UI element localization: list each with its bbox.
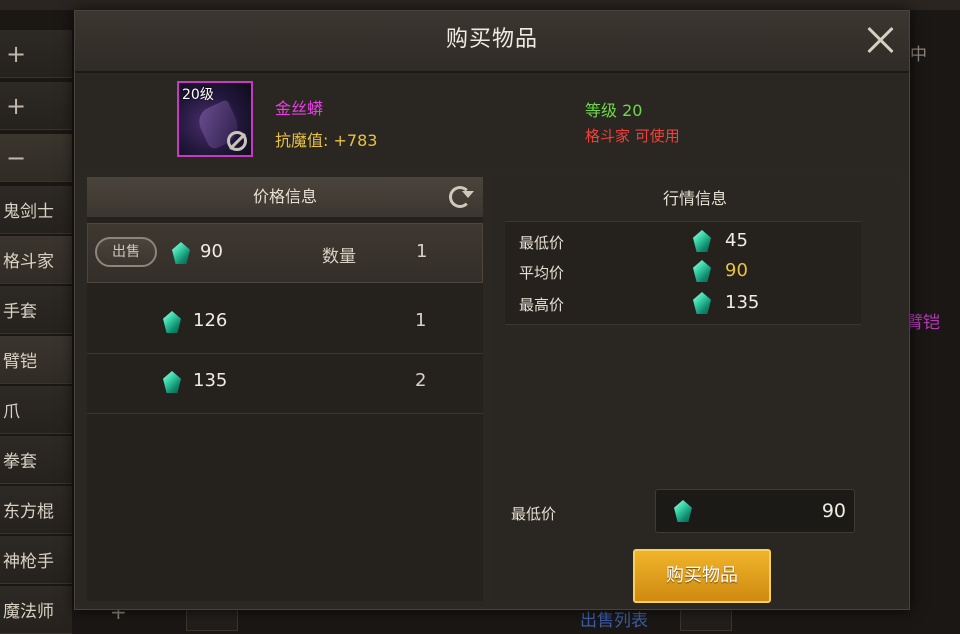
item-stat: 抗魔值: +783	[275, 131, 378, 150]
listing-price: 90	[200, 241, 223, 262]
price-info-panel: 价格信息 出售 90 数量 1 126 1 135 2	[87, 177, 483, 601]
listing-quantity: 2	[415, 370, 427, 391]
dialog-title: 购买物品	[445, 27, 538, 52]
quantity-label: 数量	[322, 247, 356, 267]
market-info-panel: 行情信息 最低价 45 平均价 90 最高价 135 最低价 90 购买物品	[491, 177, 899, 603]
price-info-header: 价格信息	[87, 177, 483, 217]
listing-price: 135	[193, 370, 228, 391]
item-name: 金丝蟒	[275, 99, 324, 118]
sidebar-item-fighter[interactable]: 格斗家	[0, 236, 72, 284]
lowest-price-value: 45	[725, 230, 748, 251]
no-trade-icon	[227, 131, 247, 151]
item-info: 20级 金丝蟒 抗魔值: +783 等级 20 格斗家 可使用	[75, 73, 909, 169]
gem-icon	[693, 230, 711, 252]
background-right-item: 臂铠	[906, 313, 940, 333]
listing-quantity: 1	[415, 310, 427, 331]
required-level: 等级 20	[585, 101, 643, 120]
sidebar-item-tonfa[interactable]: 东方棍	[0, 486, 72, 534]
gem-icon	[172, 242, 190, 264]
sidebar-item-gloves[interactable]: 手套	[0, 286, 72, 334]
market-info-title: 行情信息	[662, 189, 727, 208]
sidebar-collapse[interactable]: −	[0, 134, 72, 182]
background-top-bar	[0, 0, 960, 10]
listing-row[interactable]: 126 1	[87, 293, 483, 354]
min-price-value: 90	[821, 500, 846, 522]
sell-button[interactable]: 出售	[95, 237, 157, 267]
sidebar-item-claw[interactable]: 爪	[0, 386, 72, 434]
buy-item-button[interactable]: 购买物品	[633, 549, 771, 603]
sidebar-item-mage[interactable]: 魔法师	[0, 586, 72, 634]
market-stats: 最低价 45 平均价 90 最高价 135	[505, 221, 861, 325]
average-price-label: 平均价	[519, 264, 565, 282]
listing-row[interactable]: 135 2	[87, 353, 483, 414]
refresh-icon[interactable]	[449, 186, 474, 208]
required-class: 格斗家 可使用	[585, 127, 680, 145]
listing-price: 126	[193, 310, 228, 331]
sidebar-expand-2[interactable]: +	[0, 82, 72, 130]
min-price-label: 最低价	[511, 505, 557, 523]
sidebar-item-gunner[interactable]: 神枪手	[0, 536, 72, 584]
dialog-header: 购买物品	[75, 11, 909, 73]
close-icon[interactable]	[865, 25, 895, 55]
item-level-badge: 20级	[182, 87, 214, 103]
buy-item-dialog: 购买物品 20级 金丝蟒 抗魔值: +783 等级 20 格斗家 可使用 价格信…	[74, 10, 910, 610]
listing-row[interactable]: 出售 90 数量 1	[87, 223, 483, 283]
lowest-price-label: 最低价	[519, 234, 565, 252]
item-icon[interactable]: 20级	[177, 81, 253, 157]
min-price-field[interactable]: 90	[655, 489, 855, 533]
sidebar-item-knuckle[interactable]: 拳套	[0, 436, 72, 484]
gem-icon	[693, 260, 711, 282]
gem-icon	[674, 500, 692, 522]
gem-icon	[163, 371, 181, 393]
highest-price-value: 135	[725, 292, 760, 313]
sidebar-item-ghost-swordsman[interactable]: 鬼剑士	[0, 186, 72, 234]
gem-icon	[693, 292, 711, 314]
sidebar-item-gauntlet[interactable]: 臂铠	[0, 336, 72, 384]
listing-quantity: 1	[416, 241, 428, 262]
average-price-value: 90	[725, 260, 748, 281]
gem-icon	[163, 311, 181, 333]
price-info-title: 价格信息	[252, 187, 317, 206]
sidebar-expand-1[interactable]: +	[0, 30, 72, 78]
background-right-tab: 中	[910, 45, 927, 65]
highest-price-label: 最高价	[519, 296, 565, 314]
